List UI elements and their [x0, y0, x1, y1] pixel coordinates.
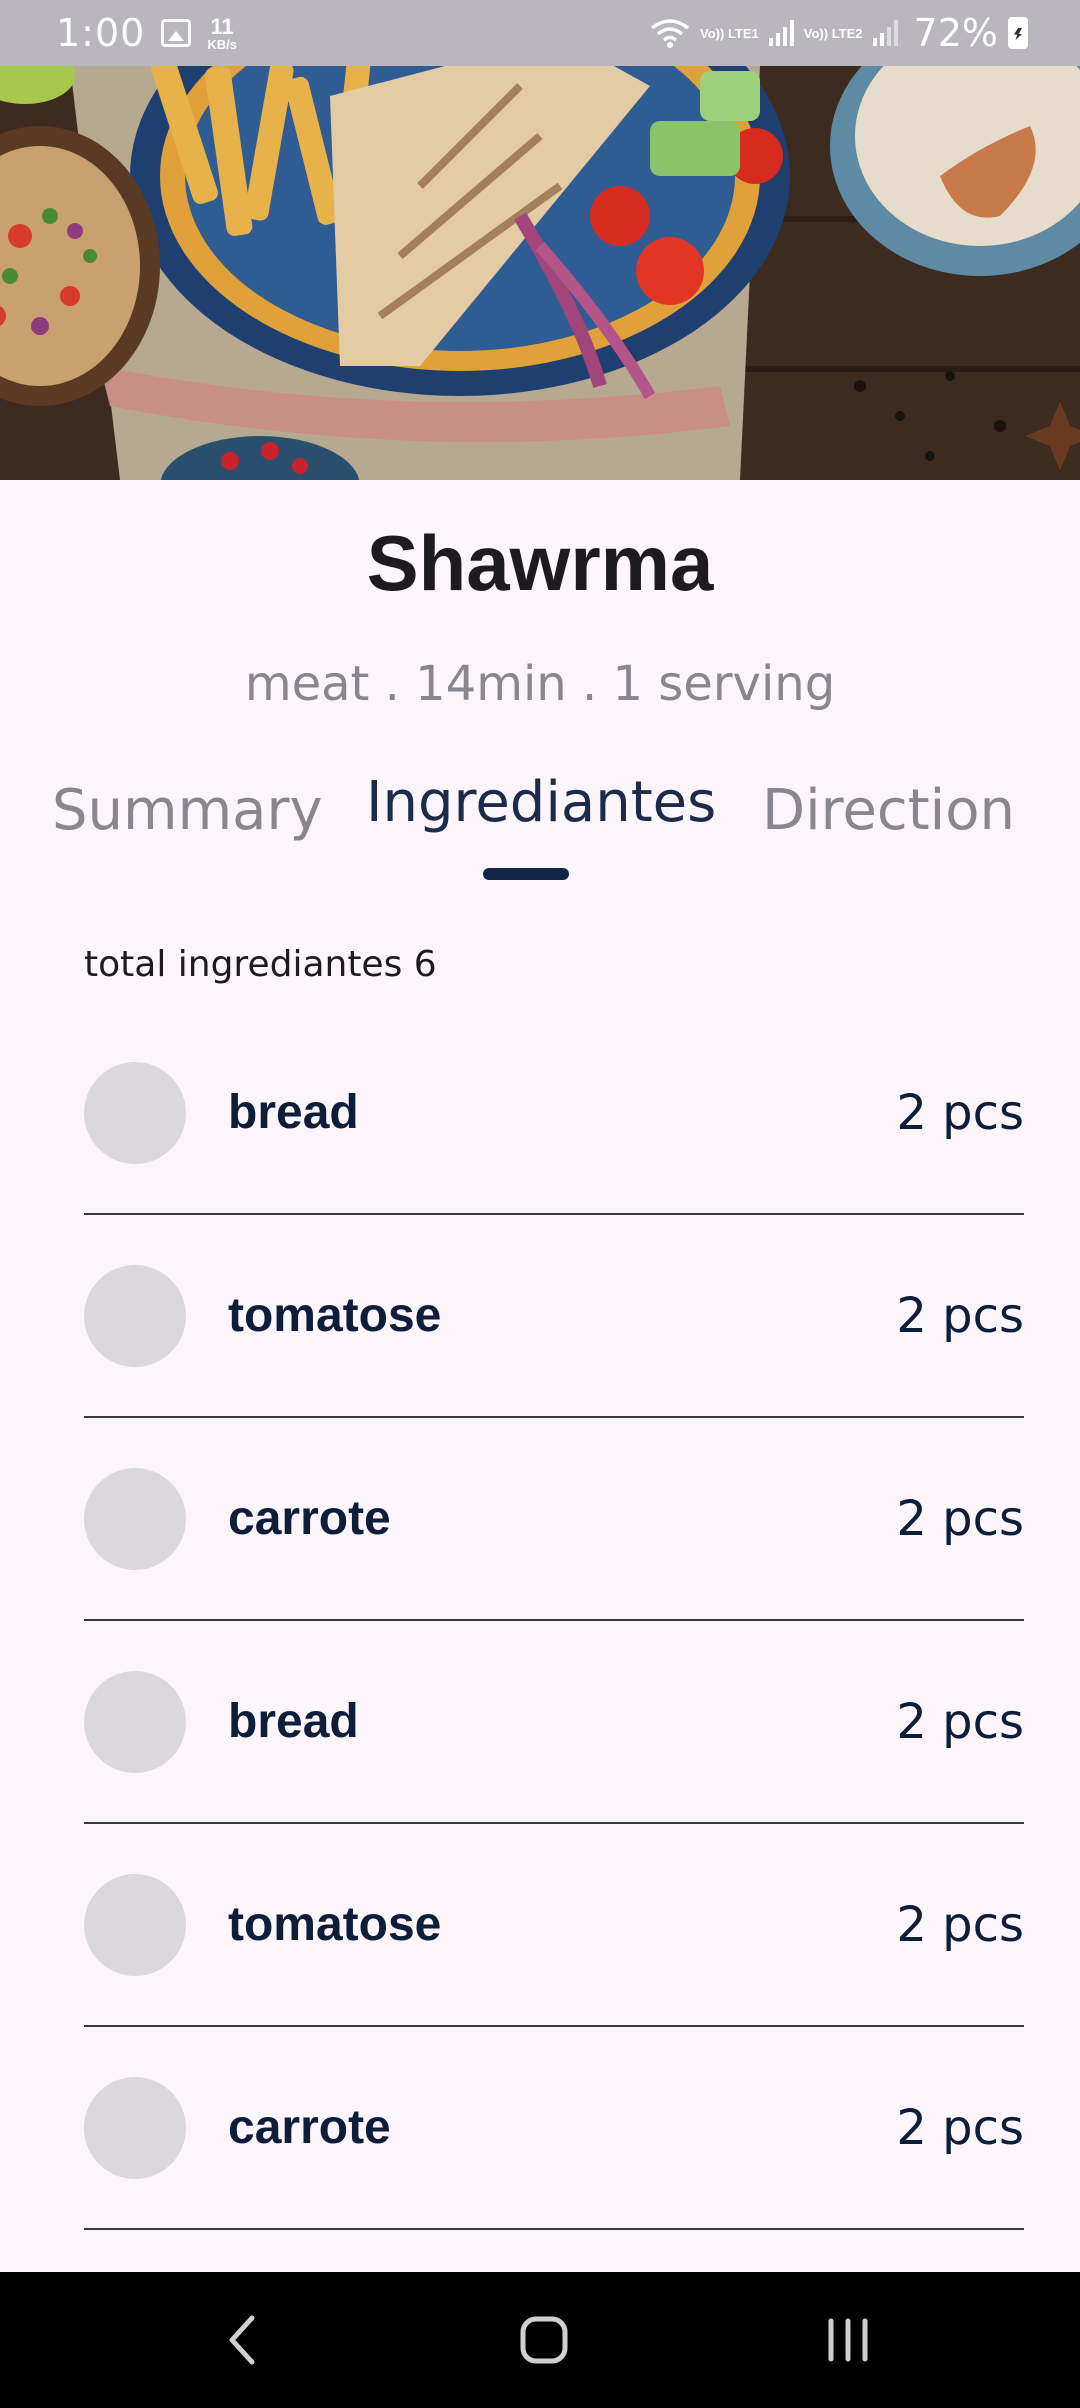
ingredient-name: bread	[228, 1086, 359, 1139]
recipe-title: Shawrma	[366, 519, 714, 607]
recents-icon	[828, 2318, 868, 2362]
ingredient-image-placeholder	[84, 2076, 186, 2179]
wifi-icon	[650, 19, 690, 48]
ingredient-image-placeholder	[84, 1873, 186, 1976]
status-bar: 1:00 11 KB/s Vo)) LTE1 Vo)) LTE2 72%	[0, 0, 1080, 66]
ingredient-quantity: 2 pcs	[896, 2099, 1024, 2156]
ingredients-list: bread 2 pcs tomatose 2 pcs carrote 2 pcs…	[84, 1012, 1024, 2230]
ingredient-name: tomatose	[228, 1289, 442, 1342]
ingredient-row[interactable]: tomatose 2 pcs	[84, 1824, 1024, 2027]
ingredient-image-placeholder	[84, 1670, 186, 1773]
signal-2-icon	[872, 20, 898, 46]
tab-direction[interactable]: Direction	[762, 778, 1015, 843]
ingredient-name: carrote	[228, 2101, 391, 2154]
tab-summary[interactable]: Summary	[52, 778, 323, 843]
ingredient-row[interactable]: bread 2 pcs	[84, 1621, 1024, 1824]
ingredient-name: bread	[228, 1695, 359, 1748]
ingredient-row[interactable]: tomatose 2 pcs	[84, 1215, 1024, 1418]
ingredient-image-placeholder	[84, 1467, 186, 1570]
nav-recents-button[interactable]	[748, 2272, 948, 2408]
network-speed-value: 11	[210, 13, 234, 39]
recipe-meta: meat . 14min . 1 serving	[244, 656, 836, 712]
gallery-notification-icon	[161, 19, 192, 47]
ingredient-quantity: 2 pcs	[896, 1693, 1024, 1750]
battery-percent: 72%	[913, 11, 998, 55]
nav-back-button[interactable]	[142, 2272, 342, 2408]
lte2-label: Vo)) LTE2	[803, 25, 863, 41]
status-time: 1:00	[56, 11, 146, 55]
lte1-label: Vo)) LTE1	[700, 25, 759, 41]
battery-charging-icon	[1008, 17, 1028, 49]
recipe-hero-image	[0, 66, 1080, 480]
ingredient-row[interactable]: carrote 2 pcs	[84, 2027, 1024, 2230]
signal-1-icon	[768, 20, 794, 46]
tab-ingredients[interactable]: Ingrediantes	[366, 770, 716, 835]
network-speed: 11 KB/s	[207, 13, 237, 52]
ingredient-name: tomatose	[228, 1898, 442, 1951]
ingredient-row[interactable]: bread 2 pcs	[84, 1012, 1024, 1215]
active-tab-indicator	[483, 868, 569, 880]
status-right: Vo)) LTE1 Vo)) LTE2 72%	[650, 11, 1028, 55]
ingredient-quantity: 2 pcs	[896, 1490, 1024, 1547]
ingredient-image-placeholder	[84, 1061, 186, 1164]
shawarma-plate-illustration	[0, 66, 1080, 480]
ingredient-quantity: 2 pcs	[896, 1084, 1024, 1141]
ingredient-name: carrote	[228, 1492, 391, 1545]
ingredient-quantity: 2 pcs	[896, 1287, 1024, 1344]
status-left: 1:00 11 KB/s	[56, 11, 237, 55]
network-speed-unit: KB/s	[207, 36, 237, 52]
system-nav-bar	[0, 2272, 1080, 2408]
back-chevron-icon	[229, 2315, 255, 2365]
ingredient-image-placeholder	[84, 1264, 186, 1367]
home-icon	[520, 2316, 568, 2364]
recipe-tabs: Summary Ingrediantes Direction	[0, 770, 1080, 890]
ingredient-row[interactable]: carrote 2 pcs	[84, 1418, 1024, 1621]
nav-home-button[interactable]	[444, 2272, 644, 2408]
ingredients-total: total ingrediantes 6	[84, 944, 437, 985]
ingredient-quantity: 2 pcs	[896, 1896, 1024, 1953]
